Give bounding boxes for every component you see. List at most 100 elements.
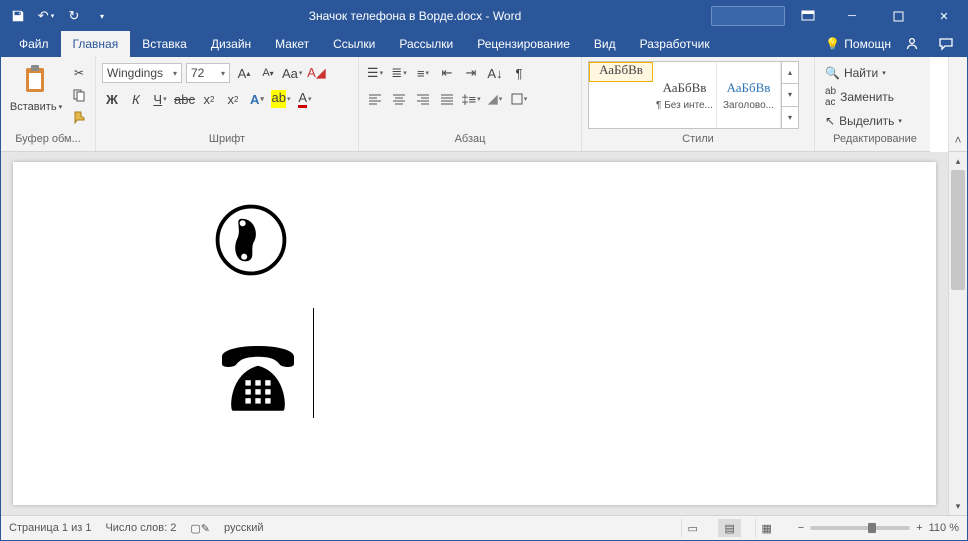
show-marks-button[interactable]: ¶ xyxy=(509,63,529,83)
numbering-button[interactable]: ≣▾ xyxy=(389,63,409,83)
cut-button[interactable]: ✂ xyxy=(69,63,89,83)
zoom-slider[interactable] xyxy=(810,526,910,530)
scroll-up-button[interactable]: ▴ xyxy=(949,152,967,170)
align-left-button[interactable] xyxy=(365,89,385,109)
document-page[interactable] xyxy=(13,162,936,505)
group-paragraph: ☰▾ ≣▾ ≡▾ ⇤ ⇥ A↓ ¶ ‡≡▾ ◢▾ xyxy=(359,57,582,151)
scroll-down-button[interactable]: ▾ xyxy=(949,497,967,515)
window-controls: ─ ✕ xyxy=(829,1,967,31)
select-button[interactable]: ↖Выделить▾ xyxy=(821,111,906,131)
minimize-button[interactable]: ─ xyxy=(829,1,875,31)
close-button[interactable]: ✕ xyxy=(921,1,967,31)
align-right-button[interactable] xyxy=(413,89,433,109)
strikethrough-button[interactable]: abc xyxy=(174,89,195,109)
maximize-button[interactable] xyxy=(875,1,921,31)
sort-button[interactable]: A↓ xyxy=(485,63,505,83)
tab-design[interactable]: Дизайн xyxy=(199,31,263,57)
font-color-button[interactable]: A▾ xyxy=(295,89,315,109)
tab-layout[interactable]: Макет xyxy=(263,31,321,57)
subscript-button[interactable]: x2 xyxy=(199,89,219,109)
vertical-scrollbar[interactable]: ▴ ▾ xyxy=(948,152,967,515)
ribbon-display-options-button[interactable] xyxy=(791,1,825,31)
justify-button[interactable] xyxy=(437,89,457,109)
paste-button[interactable] xyxy=(18,61,54,99)
styles-gallery[interactable]: АаБбВв ¶ Обычный АаБбВв ¶ Без инте... Аа… xyxy=(588,61,799,129)
highlight-button[interactable]: ab▾ xyxy=(271,89,291,109)
comments-button[interactable] xyxy=(933,31,959,57)
style-heading1[interactable]: АаБбВв Заголово... xyxy=(717,62,781,128)
group-label-editing: Редактирование xyxy=(821,133,929,151)
shading-button[interactable]: ◢▾ xyxy=(485,89,505,109)
shrink-font-button[interactable]: A▾ xyxy=(258,63,278,83)
collapse-ribbon-button[interactable]: ˄ xyxy=(948,57,967,152)
borders-button[interactable]: ▾ xyxy=(509,89,529,109)
italic-button[interactable]: К xyxy=(126,89,146,109)
save-button[interactable] xyxy=(5,3,31,29)
group-clipboard: Вставить▾ ✂ Буфер обм... xyxy=(1,57,96,151)
text-cursor xyxy=(313,308,314,418)
paste-label[interactable]: Вставить▾ xyxy=(10,101,62,113)
gallery-down-button[interactable]: ▾ xyxy=(782,83,798,105)
font-name-combo[interactable]: Wingdings▾ xyxy=(102,63,182,83)
tab-home[interactable]: Главная xyxy=(61,31,131,57)
word-count[interactable]: Число слов: 2 xyxy=(105,522,176,534)
change-case-button[interactable]: Aa▾ xyxy=(282,63,302,83)
qat-customize-button[interactable]: ▾ xyxy=(89,3,115,29)
tab-insert[interactable]: Вставка xyxy=(130,31,199,57)
ribbon-tabs: Файл Главная Вставка Дизайн Макет Ссылки… xyxy=(1,31,967,57)
copy-button[interactable] xyxy=(69,85,89,105)
scroll-track[interactable] xyxy=(949,170,967,497)
zoom-out-button[interactable]: − xyxy=(798,522,804,534)
style-normal[interactable]: АаБбВв ¶ Обычный xyxy=(589,62,653,82)
zoom-in-button[interactable]: + xyxy=(916,522,922,534)
align-center-button[interactable] xyxy=(389,89,409,109)
group-editing: 🔍Найти▾ abacЗаменить ↖Выделить▾ Редактир… xyxy=(815,57,930,151)
superscript-button[interactable]: x2 xyxy=(223,89,243,109)
clear-formatting-button[interactable]: A◢ xyxy=(306,63,326,83)
zoom-level[interactable]: 110 % xyxy=(929,522,959,534)
zoom-slider-thumb[interactable] xyxy=(868,523,876,533)
ribbon: Вставить▾ ✂ Буфер обм... Wingdings▾ 72▾ … xyxy=(1,57,930,152)
tab-mailings[interactable]: Рассылки xyxy=(387,31,465,57)
print-layout-button[interactable]: ▤ xyxy=(718,519,741,537)
font-size-combo[interactable]: 72▾ xyxy=(186,63,230,83)
document-content xyxy=(213,202,314,418)
bullets-button[interactable]: ☰▾ xyxy=(365,63,385,83)
read-mode-button[interactable]: ▭ xyxy=(681,519,704,537)
language-indicator[interactable]: русский xyxy=(224,522,263,534)
gallery-more-button[interactable]: ▾ xyxy=(782,106,798,128)
increase-indent-button[interactable]: ⇥ xyxy=(461,63,481,83)
grow-font-button[interactable]: A▴ xyxy=(234,63,254,83)
style-preview: АаБбВв xyxy=(727,80,771,96)
decrease-indent-button[interactable]: ⇤ xyxy=(437,63,457,83)
scroll-thumb[interactable] xyxy=(951,170,965,290)
text-effects-button[interactable]: A▾ xyxy=(247,89,267,109)
redo-button[interactable]: ↻ xyxy=(61,3,87,29)
spellcheck-icon[interactable]: ▢✎ xyxy=(190,522,210,535)
underline-button[interactable]: Ч▾ xyxy=(150,89,170,109)
tell-me-button[interactable]: 💡Помощн xyxy=(825,31,891,57)
multilevel-list-button[interactable]: ≡▾ xyxy=(413,63,433,83)
find-button[interactable]: 🔍Найти▾ xyxy=(821,63,906,83)
style-preview: АаБбВв xyxy=(599,62,643,78)
format-painter-button[interactable] xyxy=(69,107,89,127)
web-layout-button[interactable]: ▦ xyxy=(755,519,778,537)
style-no-spacing[interactable]: АаБбВв ¶ Без инте... xyxy=(653,62,717,128)
tab-review[interactable]: Рецензирование xyxy=(465,31,582,57)
tab-developer[interactable]: Разработчик xyxy=(628,31,722,57)
bold-button[interactable]: Ж xyxy=(102,89,122,109)
undo-button[interactable]: ↶▾ xyxy=(33,3,59,29)
user-account-button[interactable] xyxy=(711,6,785,26)
quick-access-toolbar: ↶▾ ↻ ▾ xyxy=(1,3,119,29)
page-indicator[interactable]: Страница 1 из 1 xyxy=(9,522,91,534)
line-spacing-button[interactable]: ‡≡▾ xyxy=(461,89,481,109)
tab-view[interactable]: Вид xyxy=(582,31,628,57)
tab-file[interactable]: Файл xyxy=(7,31,61,57)
share-button[interactable] xyxy=(899,31,925,57)
document-title: Значок телефона в Ворде.docx - Word xyxy=(119,9,711,23)
gallery-up-button[interactable]: ▴ xyxy=(782,62,798,83)
style-preview: АаБбВв xyxy=(663,80,707,96)
account-area xyxy=(711,1,825,31)
tab-references[interactable]: Ссылки xyxy=(321,31,387,57)
replace-button[interactable]: abacЗаменить xyxy=(821,87,906,107)
